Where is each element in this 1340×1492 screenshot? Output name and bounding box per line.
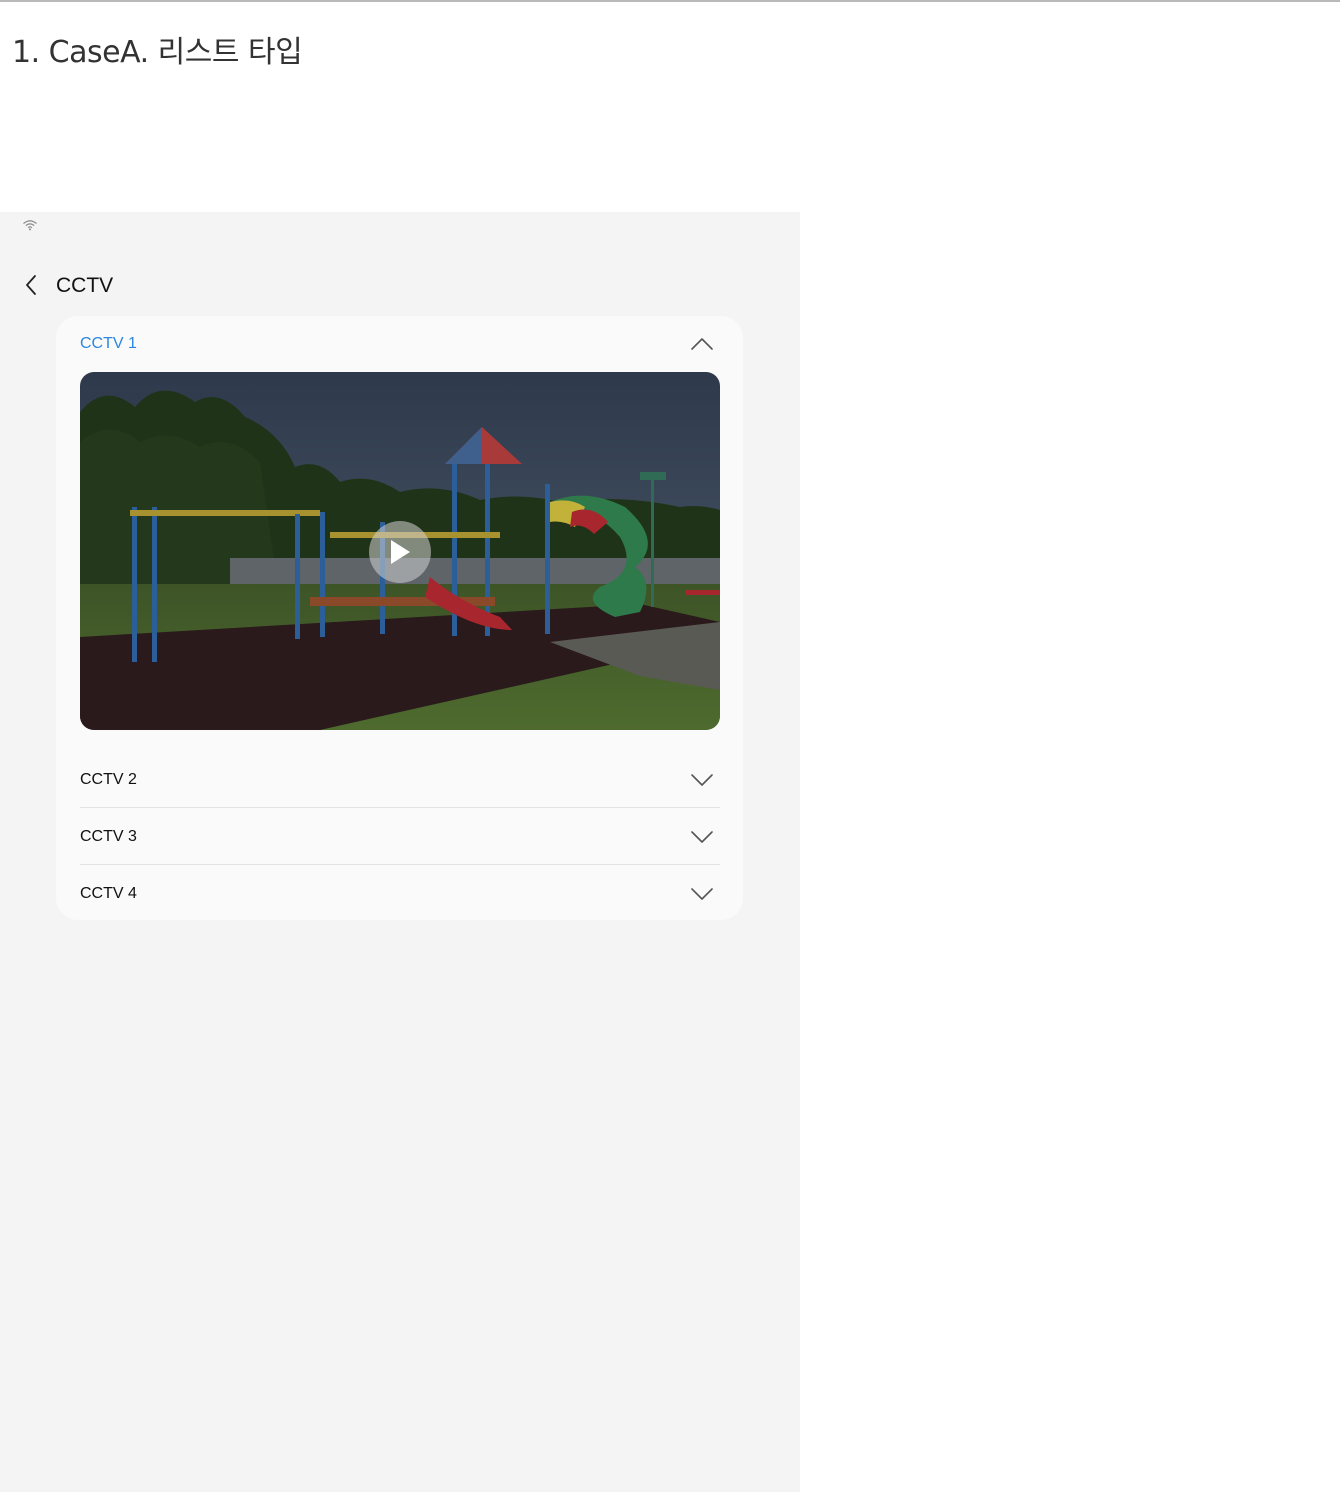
chevron-up-icon: [691, 338, 713, 350]
cctv-2-header[interactable]: CCTV 2: [80, 752, 720, 808]
back-button[interactable]: [18, 272, 44, 298]
cctv-2-label: CCTV 2: [80, 771, 137, 788]
chevron-left-icon: [26, 275, 36, 295]
status-bar: [22, 218, 38, 232]
wifi-icon: [23, 220, 37, 231]
cctv-4-label: CCTV 4: [80, 885, 137, 902]
play-icon: [391, 540, 410, 564]
cctv-1-video[interactable]: [80, 372, 720, 730]
chevron-down-icon: [691, 888, 713, 900]
device-screen: CCTV CCTV 1 CCTV 2 CCTV 3 CCTV 4: [0, 212, 800, 1492]
play-button[interactable]: [369, 521, 431, 583]
page-title: 1. CaseA. 리스트 타입: [12, 35, 303, 70]
app-bar: CCTV: [0, 268, 800, 300]
list-divider: [80, 864, 720, 865]
cctv-1-label: CCTV 1: [80, 335, 137, 352]
screen-title: CCTV: [56, 274, 114, 297]
top-divider: [0, 0, 1340, 2]
chevron-down-icon: [691, 774, 713, 786]
cctv-list-card: CCTV 1 CCTV 2 CCTV 3 CCTV 4: [56, 316, 743, 920]
cctv-1-header[interactable]: CCTV 1: [80, 316, 720, 372]
list-divider: [80, 807, 720, 808]
cctv-3-header[interactable]: CCTV 3: [80, 809, 720, 865]
cctv-3-label: CCTV 3: [80, 828, 137, 845]
chevron-down-icon: [691, 831, 713, 843]
cctv-4-header[interactable]: CCTV 4: [80, 866, 720, 922]
